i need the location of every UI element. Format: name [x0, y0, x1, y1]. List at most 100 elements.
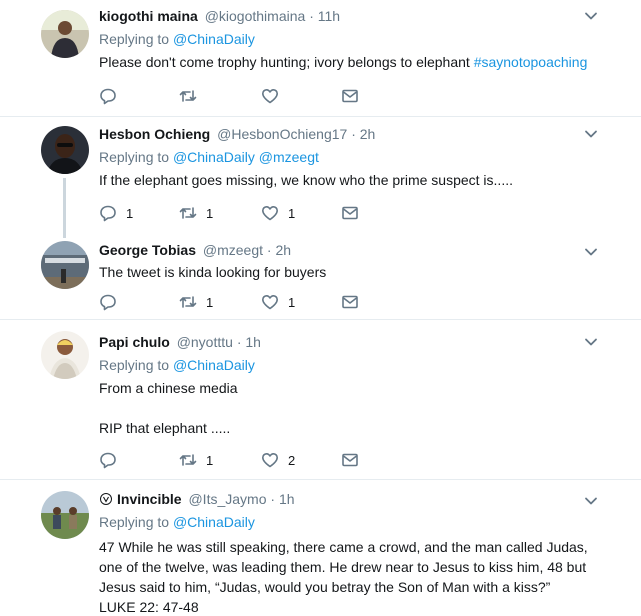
heart-icon	[262, 453, 278, 468]
reply-button[interactable]	[99, 291, 126, 313]
user-handle[interactable]: @HesbonOchieng17	[217, 126, 347, 142]
tweet-papi-chulo[interactable]: Papi chulo @nyotttu · 1h Replying to @Ch…	[0, 321, 641, 480]
replying-to: Replying to @ChinaDaily	[99, 356, 591, 374]
envelope-icon	[342, 206, 358, 220]
retweet-count: 1	[206, 294, 214, 310]
timestamp[interactable]: 2h	[275, 242, 291, 258]
avatar[interactable]	[41, 10, 89, 58]
mention-link[interactable]: @mzeegt	[259, 149, 319, 165]
envelope-icon	[342, 89, 358, 103]
user-handle[interactable]: @mzeegt	[203, 242, 263, 258]
hashtag-link[interactable]: #saynotopoaching	[474, 54, 588, 70]
retweet-icon	[179, 454, 197, 466]
avatar-image	[41, 241, 89, 289]
like-count: 1	[288, 205, 296, 221]
timestamp[interactable]: 2h	[360, 126, 376, 142]
reply-icon	[100, 88, 116, 105]
separator-dot: ·	[236, 334, 242, 350]
retweet-icon	[179, 90, 197, 102]
tweet-george[interactable]: George Tobias @mzeegt · 2h The tweet is …	[0, 228, 641, 320]
reply-icon	[100, 205, 116, 222]
like-button[interactable]	[261, 85, 288, 107]
separator-dot: ·	[309, 8, 314, 24]
display-name[interactable]: Papi chulo	[99, 334, 170, 350]
display-name[interactable]: kiogothi maina	[99, 8, 198, 24]
display-name[interactable]: Invincible	[117, 491, 182, 507]
retweet-count: 1	[206, 452, 214, 468]
avatar-image	[41, 331, 89, 379]
avatar-image	[41, 126, 89, 174]
tweet-text-line: From a chinese media	[99, 380, 238, 396]
chevron-down-icon[interactable]	[583, 126, 599, 142]
mention-link[interactable]: @ChinaDaily	[173, 514, 255, 530]
retweet-icon	[179, 296, 197, 308]
reply-button[interactable]: 1	[99, 202, 133, 224]
separator-dot: ·	[351, 126, 356, 142]
retweet-icon	[179, 207, 197, 219]
avatar[interactable]	[41, 241, 89, 289]
separator-dot: ·	[270, 491, 276, 507]
avatar[interactable]	[41, 126, 89, 174]
tweet-hesbon[interactable]: Hesbon Ochieng @HesbonOchieng17 · 2h Rep…	[0, 118, 641, 228]
like-button[interactable]: 1	[261, 291, 295, 313]
mention-link[interactable]: @ChinaDaily	[173, 149, 255, 165]
avatar[interactable]	[41, 491, 89, 539]
timestamp[interactable]: 11h	[318, 8, 340, 24]
user-handle[interactable]: @kiogothimaina	[205, 8, 306, 24]
like-button[interactable]: 2	[261, 449, 295, 471]
tweet-text: The tweet is kinda looking for buyers	[99, 264, 327, 280]
replying-to-label: Replying to	[99, 514, 170, 530]
timestamp[interactable]: 1h	[279, 491, 295, 507]
replying-to-label: Replying to	[99, 149, 170, 165]
retweet-button[interactable]: 1	[179, 449, 213, 471]
tweet-text-line: one of the twelve, was leading them. He …	[99, 559, 587, 575]
tweet-text-line: RIP that elephant .....	[99, 420, 231, 436]
envelope-icon	[342, 295, 358, 309]
tweet-invincible[interactable]: Invincible @Its_Jaymo · 1h Replying to @…	[0, 481, 641, 616]
user-handle[interactable]: @nyotttu	[177, 334, 233, 350]
tweet-text: Please don't come trophy hunting; ivory …	[99, 52, 591, 72]
tweet-header: Invincible @Its_Jaymo · 1h	[99, 489, 591, 509]
heart-icon	[262, 89, 278, 104]
retweet-button[interactable]: 1	[179, 291, 213, 313]
reply-icon	[100, 294, 116, 311]
tweet-header: Hesbon Ochieng @HesbonOchieng17 · 2h	[99, 124, 591, 144]
direct-message-button[interactable]	[341, 291, 359, 313]
direct-message-button[interactable]	[341, 85, 359, 107]
tweet-header: kiogothi maina @kiogothimaina · 11h	[99, 6, 591, 26]
separator-dot: ·	[266, 242, 272, 258]
chevron-down-icon[interactable]	[583, 8, 599, 24]
display-name[interactable]: Hesbon Ochieng	[99, 126, 210, 142]
replying-to: Replying to @ChinaDaily	[99, 513, 591, 531]
timestamp[interactable]: 1h	[245, 334, 261, 350]
chevron-down-icon[interactable]	[583, 334, 599, 350]
reply-button[interactable]	[99, 85, 126, 107]
chevron-down-icon[interactable]	[583, 244, 599, 260]
mention-link[interactable]: @ChinaDaily	[173, 31, 255, 47]
direct-message-button[interactable]	[341, 202, 359, 224]
chevron-down-icon[interactable]	[583, 493, 599, 509]
heart-icon	[262, 206, 278, 221]
emoji-icon	[100, 493, 112, 505]
tweet-kiogothi[interactable]: kiogothi maina @kiogothimaina · 11h Repl…	[0, 0, 641, 117]
avatar-image	[41, 10, 89, 58]
tweet-text-line: 47 While he was still speaking, there ca…	[99, 539, 588, 555]
direct-message-button[interactable]	[341, 449, 359, 471]
avatar[interactable]	[41, 331, 89, 379]
envelope-icon	[342, 453, 358, 467]
heart-icon	[262, 295, 278, 310]
replying-to-label: Replying to	[99, 31, 170, 47]
like-count: 1	[288, 294, 296, 310]
retweet-button[interactable]	[179, 85, 206, 107]
display-name[interactable]: George Tobias	[99, 242, 196, 258]
reply-icon	[100, 452, 116, 469]
tweet-header: George Tobias @mzeegt · 2h	[99, 240, 591, 260]
reply-button[interactable]	[99, 449, 126, 471]
retweet-button[interactable]: 1	[179, 202, 213, 224]
replying-to: Replying to @ChinaDaily @mzeegt	[99, 148, 591, 166]
tweet-text-body: Please don't come trophy hunting; ivory …	[99, 54, 474, 70]
avatar-image	[41, 491, 89, 539]
mention-link[interactable]: @ChinaDaily	[173, 357, 255, 373]
like-button[interactable]: 1	[261, 202, 295, 224]
user-handle[interactable]: @Its_Jaymo	[188, 491, 266, 507]
